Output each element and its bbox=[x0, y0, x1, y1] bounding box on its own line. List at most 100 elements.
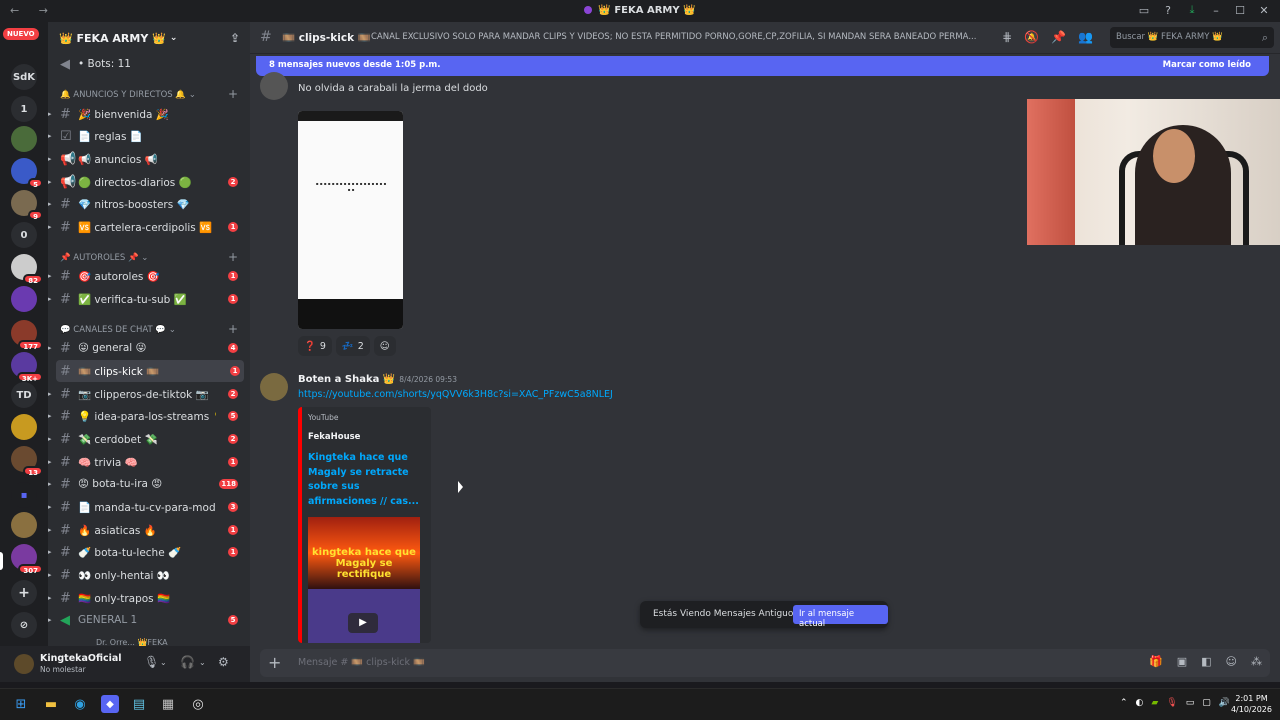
obs-icon[interactable]: ◎ bbox=[189, 695, 207, 713]
apps-icon[interactable]: ⁂ bbox=[1251, 655, 1262, 668]
volume-icon[interactable]: 🔊 bbox=[1219, 698, 1230, 708]
channel-reglas[interactable]: ▸ ☑ 📄 reglas 📄 bbox=[48, 125, 250, 147]
server-icon[interactable]: TD bbox=[11, 382, 37, 408]
headphones-icon[interactable]: 🎧 bbox=[180, 655, 195, 669]
channel-trivia[interactable]: ▸ # 🧠 trivia 🧠 1 bbox=[48, 451, 250, 473]
channel-topic[interactable]: CANAL EXCLUSIVO SOLO PARA MANDAR CLIPS Y… bbox=[371, 32, 993, 42]
minimize-icon[interactable]: – bbox=[1210, 4, 1222, 17]
jump-to-present-button[interactable]: Ir al mensaje actual bbox=[793, 605, 888, 629]
calculator-icon[interactable]: ▦ bbox=[159, 695, 177, 713]
settings-gear-icon[interactable]: ⚙ bbox=[218, 655, 229, 669]
emoji-icon[interactable]: ☺ bbox=[1226, 655, 1237, 668]
channel-clips-kick[interactable]: # 🎞️ clips-kick 🎞️ 1 bbox=[56, 360, 244, 382]
channel-nitros-boosters[interactable]: ▸ # 💎 nitros-boosters 💎 bbox=[48, 193, 250, 215]
server-header[interactable]: 👑 FEKA ARMY 👑 ⌄ ⇪ bbox=[48, 22, 250, 54]
server-icon[interactable] bbox=[11, 126, 37, 152]
battery-icon[interactable]: ▭ bbox=[1186, 698, 1195, 708]
add-attachment-icon[interactable]: + bbox=[268, 653, 281, 672]
channel-clipperos[interactable]: ▸ # 📷 clipperos-de-tiktok 📷 2 bbox=[48, 383, 250, 405]
message-link[interactable]: https://youtube.com/shorts/yqQVV6k3H8c?s… bbox=[298, 389, 613, 400]
mark-as-read-button[interactable]: Marcar como leído bbox=[1163, 60, 1251, 70]
channel-cartelera[interactable]: ▸ # 🆚 cartelera-cerdipolis 🆚 1 bbox=[48, 216, 250, 238]
channel-idea[interactable]: ▸ # 💡 idea-para-los-streams 💡 5 bbox=[48, 405, 250, 427]
server-icon[interactable] bbox=[11, 414, 37, 440]
channel-directos-diarios[interactable]: ▸ 📢 🟢 directos-diarios 🟢 2 bbox=[48, 171, 250, 193]
gif-icon[interactable]: ▣ bbox=[1177, 655, 1187, 668]
avatar[interactable] bbox=[260, 72, 288, 100]
close-icon[interactable]: ✕ bbox=[1258, 4, 1270, 17]
invite-icon[interactable]: ⇪ bbox=[230, 31, 240, 45]
server-icon[interactable]: 82 bbox=[11, 254, 43, 285]
category-autoroles[interactable]: 📌 AUTOROLES 📌 ⌄ + bbox=[60, 250, 238, 264]
embed-title[interactable]: Kingteka hace que Magaly se retracte sob… bbox=[308, 451, 423, 510]
threads-icon[interactable]: ⋕ bbox=[1002, 30, 1012, 44]
windows-start-icon[interactable]: ⊞ bbox=[12, 695, 30, 713]
message-input[interactable]: + Mensaje # 🎞️ clips-kick 🎞️ 🎁 ▣ ◧ ☺ ⁂ bbox=[260, 649, 1270, 677]
notepad-icon[interactable]: ▤ bbox=[130, 695, 148, 713]
voice-user[interactable]: Dr. Orre... 👑FEKA bbox=[48, 631, 250, 647]
channel-asiaticas[interactable]: ▸ # 🔥 asiaticas 🔥 1 bbox=[48, 519, 250, 541]
channel-only-hentai[interactable]: ▸ # 👀 only-hentai 👀 bbox=[48, 564, 250, 586]
embed-author[interactable]: FekaHouse bbox=[308, 432, 360, 442]
server-icon[interactable]: 3K+ bbox=[11, 352, 43, 383]
inbox-icon[interactable]: ▭ bbox=[1138, 4, 1150, 17]
server-icon[interactable]: 307 bbox=[11, 544, 43, 575]
new-messages-bar[interactable]: 8 mensajes nuevos desde 1:05 p.m. Marcar… bbox=[256, 56, 1269, 76]
avatar[interactable] bbox=[14, 654, 34, 674]
server-icon[interactable]: 9 bbox=[11, 190, 43, 221]
pin-icon[interactable]: 📌 bbox=[1051, 30, 1066, 44]
mute-bell-icon[interactable]: 🔕 bbox=[1024, 30, 1039, 44]
discover-icon[interactable]: ⊘ bbox=[11, 612, 37, 638]
channel-manda-tu-cv[interactable]: ▸ # 📄 manda-tu-cv-para-mod... 3 bbox=[48, 496, 250, 518]
microphone-icon[interactable]: 🎙 bbox=[1166, 698, 1177, 708]
chevron-down-icon[interactable]: ⌄ bbox=[199, 658, 206, 667]
server-icon[interactable] bbox=[11, 512, 37, 538]
server-icon[interactable] bbox=[11, 286, 37, 312]
server-icon[interactable]: 13 bbox=[11, 446, 43, 477]
channel-anuncios[interactable]: ▸ 📢 📢 anuncios 📢 bbox=[48, 148, 250, 170]
add-reaction-icon[interactable]: ☺ bbox=[373, 336, 396, 356]
download-icon[interactable]: ⤓ bbox=[1186, 3, 1198, 16]
channel-bota-tu-ira[interactable]: ▸ # 😡 bota-tu-ira 😡 118 bbox=[48, 473, 250, 495]
file-explorer-icon[interactable]: ▬ bbox=[42, 695, 60, 713]
reaction-button[interactable]: 💤 2 bbox=[335, 336, 370, 356]
clock[interactable]: 2:01 PM 4/10/2026 bbox=[1231, 694, 1272, 716]
chevron-down-icon[interactable]: ⌄ bbox=[160, 658, 167, 667]
video-thumbnail[interactable]: kingteka hace que Magaly se rectifique ▶ bbox=[308, 517, 420, 643]
microphone-icon[interactable]: 🎙 bbox=[144, 655, 159, 669]
edge-icon[interactable]: ◉ bbox=[71, 695, 89, 713]
search-input[interactable]: Buscar 👑 FEKA ARMY 👑 ⌕ bbox=[1110, 27, 1274, 48]
members-icon[interactable]: 👥 bbox=[1078, 30, 1093, 44]
sticker-icon[interactable]: ◧ bbox=[1201, 655, 1211, 668]
monitor-icon[interactable]: ▢ bbox=[1202, 698, 1211, 708]
chevron-up-icon[interactable]: ⌃ bbox=[1120, 698, 1128, 708]
channel-verifica[interactable]: ▸ # ✅ verifica-tu-sub ✅ 1 bbox=[48, 288, 250, 310]
voice-channel-general-1[interactable]: ▸ ◀ GENERAL 15 bbox=[48, 609, 250, 631]
add-server-icon[interactable]: + bbox=[11, 580, 37, 606]
server-icon[interactable]: 0 bbox=[11, 222, 37, 248]
server-icon[interactable]: 177 bbox=[11, 320, 43, 351]
channel-autoroles[interactable]: ▸ # 🎯 autoroles 🎯 1 bbox=[48, 265, 250, 287]
image-attachment[interactable]: ▪ ▪ ▪ ▪ ▪ ▪ ▪ ▪ ▪ ▪ ▪ ▪ ▪ ▪ ▪ ▪ ▪ ▪ ▪ ▪ bbox=[298, 111, 403, 329]
server-icon[interactable]: 5 bbox=[11, 158, 43, 189]
discord-icon[interactable]: ◆ bbox=[101, 695, 119, 713]
steam-icon[interactable]: ◐ bbox=[1136, 698, 1144, 708]
folder-icon[interactable]: ▪ bbox=[11, 482, 37, 508]
channel-only-trapos[interactable]: ▸ # 🏳️‍🌈 only-trapos 🏳️‍🌈 bbox=[48, 587, 250, 609]
server-icon[interactable]: SdK bbox=[11, 64, 37, 90]
message-author[interactable]: Boten a Shaka 👑 8/4/2026 09:53 bbox=[298, 374, 457, 385]
channel-bota-tu-leche[interactable]: ▸ # 🍼 bota-tu-leche 🍼 1 bbox=[48, 541, 250, 563]
gift-icon[interactable]: 🎁 bbox=[1149, 655, 1163, 668]
channel-general[interactable]: ▸ # 😜 general 😜 4 bbox=[48, 337, 250, 359]
channel-bienvenida[interactable]: ▸ # 🎉 bienvenida 🎉 bbox=[48, 103, 250, 125]
server-icon[interactable]: 1 bbox=[11, 96, 37, 122]
channel-cerdobet[interactable]: ▸ # 💸 cerdobet 💸 2 bbox=[48, 428, 250, 450]
avatar[interactable] bbox=[260, 373, 288, 401]
help-icon[interactable]: ? bbox=[1162, 4, 1174, 17]
nvidia-icon[interactable]: ▰ bbox=[1151, 698, 1158, 708]
maximize-icon[interactable]: ☐ bbox=[1234, 4, 1246, 17]
reaction-button[interactable]: ❓ 9 bbox=[298, 336, 332, 356]
category-anuncios[interactable]: 🔔 ANUNCIOS Y DIRECTOS 🔔 ⌄ + bbox=[60, 87, 238, 101]
category-canales[interactable]: 💬 CANALES DE CHAT 💬 ⌄ + bbox=[60, 322, 238, 336]
play-icon[interactable]: ▶ bbox=[348, 613, 378, 633]
